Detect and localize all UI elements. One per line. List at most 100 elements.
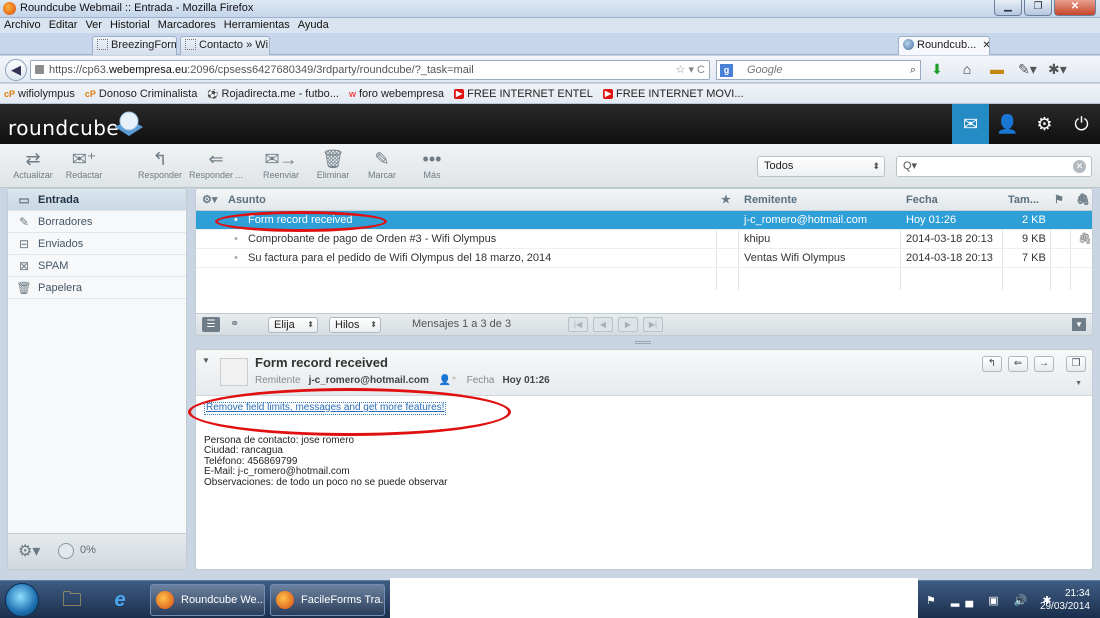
folder-settings-icon[interactable]: ⚙▾ (18, 541, 40, 561)
bookmark-star-icon[interactable]: ☆ ▾ C (676, 61, 705, 79)
delete-button[interactable]: 🗑 Eliminar (311, 148, 355, 180)
folder-papelera[interactable]: 🗑 Papelera (8, 277, 186, 299)
message-row[interactable]: • Comprobante de pago de Orden #3 - Wifi… (196, 230, 1092, 249)
spam-icon: ⊠ (18, 259, 30, 273)
folder-borradores[interactable]: ✎ Borradores (8, 211, 186, 233)
next-page-button[interactable]: ▶ (618, 317, 638, 332)
contacts-icon[interactable]: 👤 (989, 104, 1026, 144)
list-options-icon[interactable]: ⚙▾ (202, 189, 217, 211)
reply-all-icon[interactable]: ⇐ (1008, 356, 1028, 372)
app-logo[interactable]: roundcube (8, 116, 119, 140)
more-button[interactable]: ••• Más (414, 148, 450, 180)
menu-editar[interactable]: Editar (49, 18, 78, 33)
bookmark-item[interactable]: ⚽ Rojadirecta.me - futbo... (207, 84, 339, 103)
collapse-preview-icon[interactable]: ▼ (1072, 318, 1086, 331)
prev-page-button[interactable]: ◀ (593, 317, 613, 332)
browser-search-input[interactable]: g Google ⌕ (716, 60, 921, 80)
promo-link[interactable]: Remove field limits, messages and get mo… (204, 402, 447, 415)
internet-explorer-icon[interactable]: e (103, 585, 137, 615)
refresh-button[interactable]: ⇄ Actualizar (9, 148, 57, 180)
tab-breezingforms[interactable]: BreezingForm... (92, 36, 177, 55)
message-list-footer: ☰ ⚭ Elija ⬍ Hilos ⬍ Mensajes 1 a 3 de 3 |◀… (196, 313, 1092, 335)
first-page-button[interactable]: |◀ (568, 317, 588, 332)
thread-icon[interactable]: ⚭ (230, 317, 239, 330)
menu-historial[interactable]: Historial (110, 18, 150, 33)
bookmark-item[interactable]: w foro webempresa (349, 84, 444, 103)
mail-search-input[interactable]: Q▾ ✕ (896, 156, 1092, 177)
close-window-button[interactable]: ✕ (1054, 0, 1096, 16)
redacted-area (390, 578, 918, 618)
taskbar-item-roundcube[interactable]: Roundcube We... (150, 584, 265, 616)
forward-icon[interactable]: → (1034, 356, 1054, 372)
column-from[interactable]: Remitente (744, 189, 797, 211)
pencil-icon: ✎ (374, 149, 390, 169)
addons-icon[interactable]: ✱▾ (1048, 60, 1067, 78)
mail-icon[interactable]: ✉ (952, 104, 989, 144)
list-view-icon[interactable]: ☰ (202, 317, 220, 332)
column-subject[interactable]: Asunto (228, 189, 266, 211)
menu-herramientas[interactable]: Herramientas (224, 18, 290, 33)
avatar (220, 358, 248, 386)
message-list: ⚙▾ Asunto ★ Remitente Fecha Tam... ⚑ 🖇 •… (195, 188, 1093, 336)
compose-button[interactable]: ✉⁺ Redactar (62, 148, 106, 180)
filter-select[interactable]: Todos ⬍ (757, 156, 885, 177)
add-contact-icon[interactable]: 👤⁺ (439, 375, 457, 386)
open-window-icon[interactable]: ❐ (1066, 356, 1086, 372)
last-page-button[interactable]: ▶| (643, 317, 663, 332)
clear-search-icon[interactable]: ✕ (1073, 160, 1086, 173)
bookmark-item[interactable]: cP wifiolympus (4, 84, 75, 103)
clock[interactable]: 21:34 29/03/2014 (1040, 587, 1090, 613)
preview-actions: ↰ ⇐ → ❐ (982, 356, 1086, 372)
message-list-header: ⚙▾ Asunto ★ Remitente Fecha Tam... ⚑ 🖇 (196, 189, 1092, 211)
tab-contacto[interactable]: Contacto » Wi... (180, 36, 270, 55)
folder-spam[interactable]: ⊠ SPAM (8, 255, 186, 277)
back-button[interactable]: ◀ (5, 59, 27, 81)
url-rest: :2096/cpsess6427680349/3rdparty/roundcub… (187, 64, 474, 76)
taskbar-item-facileforms[interactable]: FacileForms Tra... (270, 584, 385, 616)
collapse-header-icon[interactable]: ▼ (202, 356, 210, 365)
tray-icons[interactable]: ⚑ ▂▄ ▣ 🔊 ✱ (926, 594, 1058, 607)
close-tab-icon[interactable]: ✕ (982, 40, 989, 51)
splitter-handle[interactable] (635, 341, 651, 344)
column-size[interactable]: Tam... (1008, 189, 1039, 211)
settings-icon[interactable]: ⚙ (1026, 104, 1063, 144)
tab-roundcube[interactable]: Roundcub... ✕ (898, 36, 990, 55)
select-dropdown[interactable]: Elija ⬍ (268, 317, 318, 333)
tools-icon[interactable]: ✎▾ (1018, 60, 1037, 78)
folder-enviados[interactable]: ⊟ Enviados (8, 233, 186, 255)
menu-marcadores[interactable]: Marcadores (158, 18, 216, 33)
start-button[interactable] (5, 583, 39, 617)
home-icon[interactable]: ⌂ (958, 60, 976, 78)
bookmark-label: wifiolympus (18, 88, 75, 100)
minimize-button[interactable]: ▁ (994, 0, 1022, 16)
download-icon[interactable]: ⬇ (928, 60, 946, 78)
reply-all-button[interactable]: ⇐ Responder ... (188, 148, 244, 180)
roundcube-icon (903, 39, 914, 50)
clock-date: 29/03/2014 (1039, 601, 1090, 612)
wallet-icon[interactable]: ▬ (988, 60, 1006, 78)
maximize-button[interactable]: ❐ (1024, 0, 1052, 16)
reply-button[interactable]: ↰ Responder (134, 148, 186, 180)
message-row[interactable]: • Form record received j-c_romero@hotmai… (196, 211, 1092, 230)
menu-archivo[interactable]: Archivo (4, 18, 41, 33)
search-icon[interactable]: ⌕ (910, 61, 916, 79)
bookmark-item[interactable]: ▶ FREE INTERNET ENTEL (453, 84, 593, 103)
menu-ayuda[interactable]: Ayuda (298, 18, 329, 33)
threads-dropdown[interactable]: Hilos ⬍ (329, 317, 381, 333)
folder-entrada[interactable]: ▭ Entrada (8, 189, 186, 211)
bookmark-item[interactable]: ▶ FREE INTERNET MOVI... (602, 84, 744, 103)
menu-ver[interactable]: Ver (85, 18, 102, 33)
headers-toggle-icon[interactable]: ▼ (1075, 380, 1082, 387)
sender-address[interactable]: j-c_romero@hotmail.com (309, 375, 429, 386)
bookmark-item[interactable]: cP Donoso Criminalista (85, 84, 197, 103)
button-label: Eliminar (316, 170, 350, 180)
message-preview: ▼ Form record received Remitente j-c_rome… (195, 349, 1093, 570)
reply-icon[interactable]: ↰ (982, 356, 1002, 372)
column-date[interactable]: Fecha (906, 189, 938, 211)
logout-icon[interactable]: ⏻ (1063, 104, 1100, 144)
message-row[interactable]: • Su factura para el pedido de Wifi Olym… (196, 249, 1092, 268)
explorer-icon[interactable]: 🗀 (55, 585, 89, 615)
mark-button[interactable]: ✎ Marcar (362, 148, 402, 180)
url-bar[interactable]: https://cp63.webempresa.eu:2096/cpsess64… (30, 60, 710, 80)
forward-button[interactable]: ✉→ Reenviar (257, 148, 305, 180)
